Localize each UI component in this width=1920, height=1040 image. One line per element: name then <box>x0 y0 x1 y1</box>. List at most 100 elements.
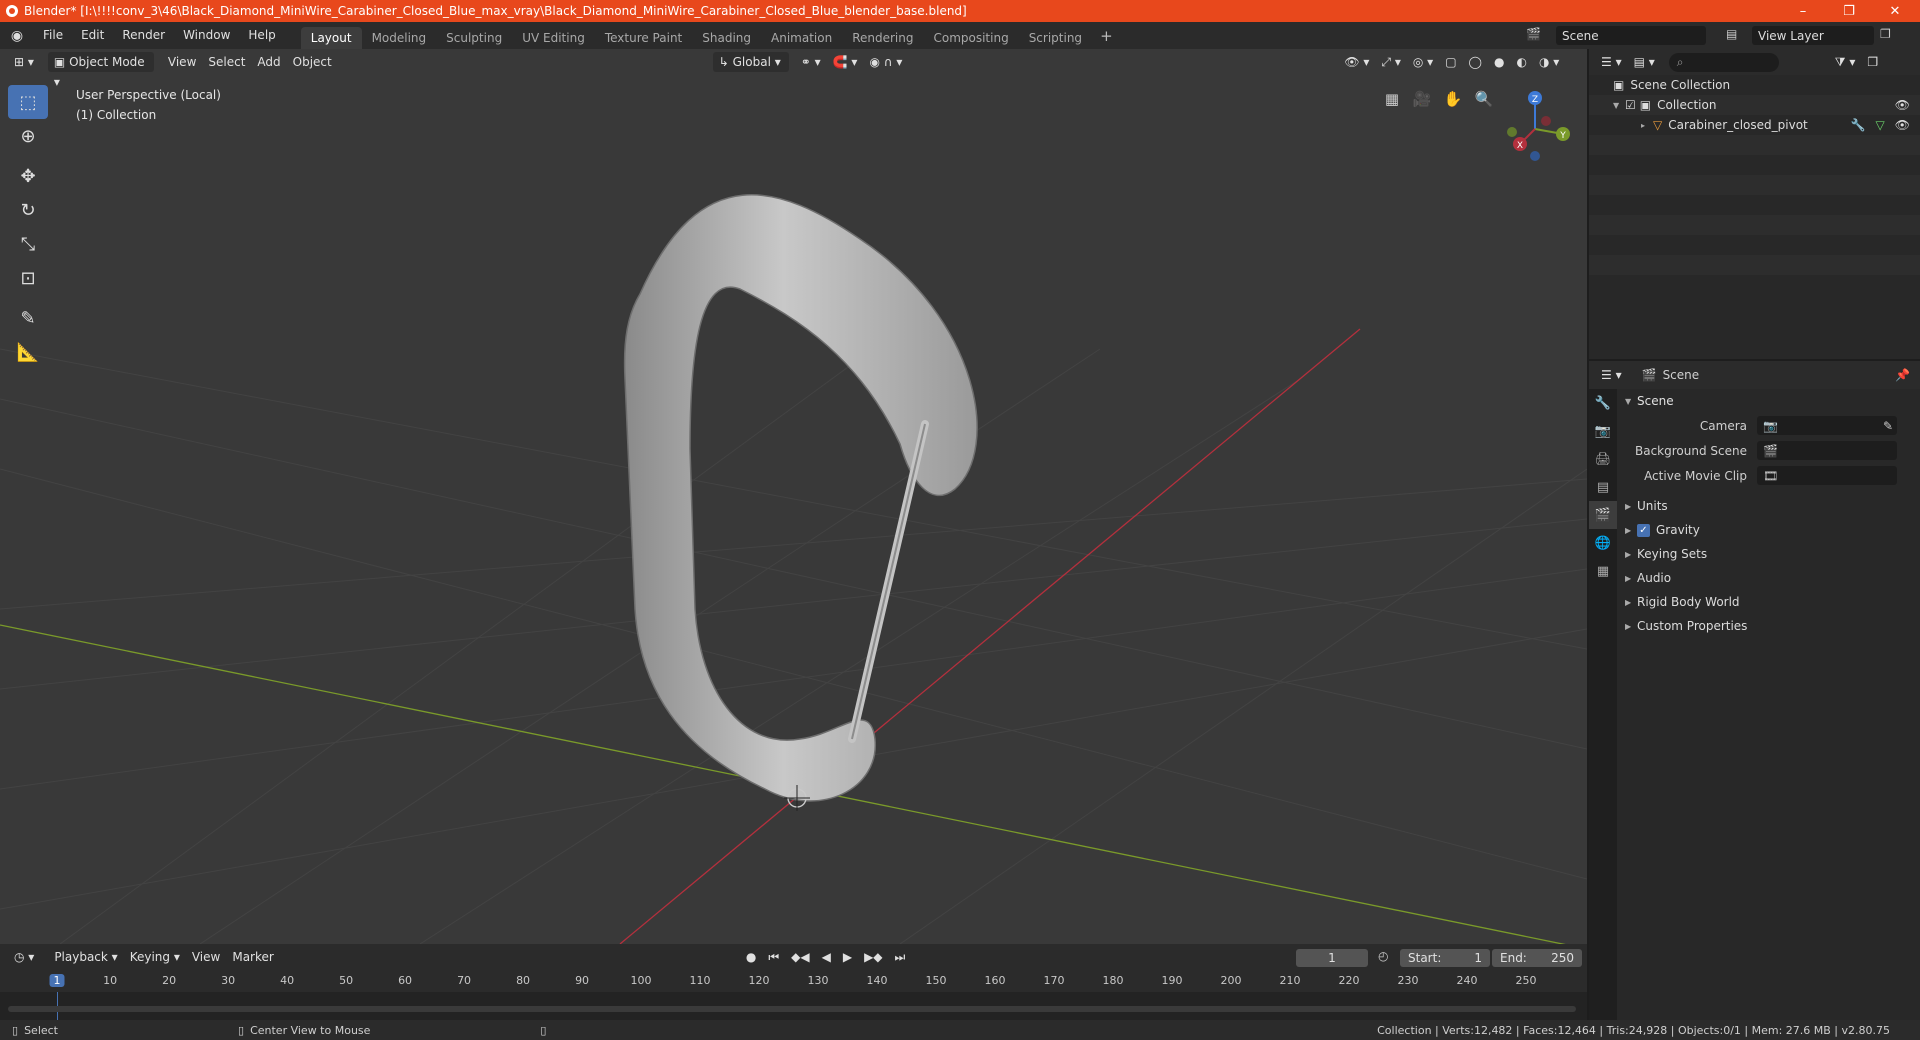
shading-rendered-icon[interactable]: ◑ ▾ <box>1533 52 1565 72</box>
cursor-tool-icon[interactable]: ⊕ <box>8 119 48 153</box>
camera-field[interactable]: 📷 ✎ <box>1757 416 1897 435</box>
toggle-camera-grid-icon[interactable]: ▦ <box>1378 85 1406 113</box>
jump-start-icon[interactable]: ⏮ <box>762 947 785 967</box>
viewport-menu-object[interactable]: Object <box>287 52 338 72</box>
tab-sculpting[interactable]: Sculpting <box>436 27 512 49</box>
tab-texture-paint[interactable]: Texture Paint <box>595 27 692 49</box>
transform-tool-icon[interactable]: ⊡ <box>8 261 48 295</box>
navigation-gizmo[interactable]: Z Y X <box>1490 84 1580 174</box>
scene-panel-header[interactable]: ▼ Scene <box>1617 389 1920 413</box>
display-mode-icon[interactable]: ▤ ▾ <box>1628 52 1661 72</box>
timeline-menu-keying[interactable]: Keying ▾ <box>124 947 186 967</box>
object-expand-icon[interactable]: ▸ <box>1641 121 1653 130</box>
properties-editor-type-icon[interactable]: ☰ ▾ <box>1595 365 1628 385</box>
xray-toggle-icon[interactable]: ▢ <box>1439 52 1462 72</box>
outliner-object-row[interactable]: ▸ ▽ Carabiner_closed_pivot 🔧 ▽ 👁 <box>1589 115 1920 135</box>
tab-animation[interactable]: Animation <box>761 27 842 49</box>
shading-material-icon[interactable]: ◐ <box>1510 52 1532 72</box>
world-tab-icon[interactable]: 🌐 <box>1589 529 1617 557</box>
pivot-icon[interactable]: ⚭ ▾ <box>795 52 827 72</box>
select-box-tool-icon[interactable]: ⬚ <box>8 85 48 119</box>
outliner-collection-row[interactable]: ▼ ☑ ▣ Collection 👁 <box>1589 95 1920 115</box>
mesh-data-icon[interactable]: ▽ <box>1876 118 1885 132</box>
end-frame-field[interactable]: End: 250 <box>1492 949 1582 967</box>
proportional-edit-icon[interactable]: ◉ ∩ ▾ <box>863 52 908 72</box>
visibility-icon[interactable]: 👁 ▾ <box>1338 52 1375 72</box>
overlay-toggle-icon[interactable]: ◎ ▾ <box>1407 52 1439 72</box>
menu-file[interactable]: File <box>34 22 72 49</box>
maximize-button[interactable]: ❐ <box>1826 0 1872 22</box>
editor-type-icon[interactable]: ⊞ ▾ <box>8 52 40 72</box>
3d-viewport[interactable]: ⊞ ▾ ▣ Object Mode ▾ View Select Add Obje… <box>0 49 1587 944</box>
mode-selector[interactable]: ▣ Object Mode ▾ <box>47 52 154 89</box>
view-layer-selector[interactable]: View Layer <box>1752 26 1874 45</box>
viewport-menu-select[interactable]: Select <box>202 52 251 72</box>
tab-compositing[interactable]: Compositing <box>923 27 1018 49</box>
filter-icon[interactable]: ⧩ ▾ <box>1829 52 1862 72</box>
outliner-search-input[interactable]: ⌕ <box>1668 52 1779 72</box>
camera-view-icon[interactable]: 🎥 <box>1408 85 1436 113</box>
tab-modeling[interactable]: Modeling <box>362 27 437 49</box>
outliner-editor-type-icon[interactable]: ☰ ▾ <box>1595 52 1628 72</box>
tab-scripting[interactable]: Scripting <box>1019 27 1092 49</box>
minimize-button[interactable]: – <box>1780 0 1826 22</box>
menu-help[interactable]: Help <box>239 22 284 49</box>
carabiner-model[interactable] <box>0 49 1587 944</box>
pin-icon[interactable]: 📌 <box>1895 368 1910 382</box>
tab-uv-editing[interactable]: UV Editing <box>512 27 595 49</box>
scene-selector[interactable]: Scene <box>1556 26 1706 45</box>
shading-wireframe-icon[interactable]: ◯ <box>1463 52 1488 72</box>
timeline-editor-type-icon[interactable]: ◷ ▾ <box>8 947 40 967</box>
menu-window[interactable]: Window <box>174 22 239 49</box>
texture-tab-icon[interactable]: ▦ <box>1589 557 1617 585</box>
render-tab-icon[interactable]: 📷 <box>1589 417 1617 445</box>
scene-tab-icon[interactable]: 🎬 <box>1589 501 1617 529</box>
tool-tab-icon[interactable]: 🔧 <box>1589 389 1617 417</box>
preview-range-icon[interactable]: ◴ <box>1378 949 1388 963</box>
menu-edit[interactable]: Edit <box>72 22 113 49</box>
scale-tool-icon[interactable]: ⤡ <box>8 227 48 261</box>
gravity-panel-header[interactable]: ▶ ✓ Gravity <box>1617 518 1920 542</box>
background-scene-field[interactable]: 🎬 <box>1757 441 1897 460</box>
menu-render[interactable]: Render <box>113 22 174 49</box>
snap-icon[interactable]: 🧲 ▾ <box>827 52 864 72</box>
new-view-layer-icon[interactable]: ❐ <box>1880 27 1891 41</box>
jump-key-forward-icon[interactable]: ▶◆ <box>858 947 888 967</box>
transform-orientation[interactable]: ↳ Global ▾ <box>712 52 789 72</box>
blender-menu-icon[interactable]: ◉ <box>0 22 34 49</box>
new-collection-icon[interactable]: ❐ <box>1861 52 1884 72</box>
rotate-tool-icon[interactable]: ↻ <box>8 193 48 227</box>
view-layer-tab-icon[interactable]: ▤ <box>1589 473 1617 501</box>
keying-sets-panel-header[interactable]: ▶ Keying Sets <box>1617 542 1920 566</box>
move-tool-icon[interactable]: ✥ <box>8 159 48 193</box>
pan-view-icon[interactable]: ✋ <box>1439 85 1467 113</box>
output-tab-icon[interactable]: 🖨 <box>1589 445 1617 473</box>
close-button[interactable]: ✕ <box>1872 0 1918 22</box>
expand-triangle-icon[interactable]: ▼ <box>1613 101 1625 110</box>
shading-solid-icon[interactable]: ● <box>1488 52 1510 72</box>
active-movie-clip-field[interactable]: 🎞 <box>1757 466 1897 485</box>
audio-panel-header[interactable]: ▶ Audio <box>1617 566 1920 590</box>
tab-rendering[interactable]: Rendering <box>842 27 923 49</box>
start-frame-field[interactable]: Start: 1 <box>1400 949 1490 967</box>
collection-visibility-icon[interactable]: 👁 <box>1895 98 1910 112</box>
current-frame-field[interactable]: 1 <box>1296 949 1368 967</box>
timeline-scrollbar[interactable] <box>8 1006 1576 1012</box>
outliner-scene-collection[interactable]: ▣ Scene Collection <box>1589 75 1920 95</box>
timeline-menu-view[interactable]: View <box>186 947 226 967</box>
timeline-menu-playback[interactable]: Playback ▾ <box>48 947 123 967</box>
custom-properties-panel-header[interactable]: ▶ Custom Properties <box>1617 614 1920 638</box>
play-reverse-icon[interactable]: ◀ <box>816 947 837 967</box>
collection-checkbox[interactable]: ☑ <box>1625 98 1636 112</box>
tab-layout[interactable]: Layout <box>300 27 362 49</box>
modifier-icon[interactable]: 🔧 <box>1851 118 1866 132</box>
jump-key-back-icon[interactable]: ◆◀ <box>785 947 815 967</box>
gravity-checkbox[interactable]: ✓ <box>1637 523 1650 537</box>
eyedropper-icon[interactable]: ✎ <box>1883 419 1893 433</box>
units-panel-header[interactable]: ▶ Units <box>1617 494 1920 518</box>
measure-tool-icon[interactable]: 📐 <box>8 335 48 369</box>
object-visibility-icon[interactable]: 👁 <box>1895 118 1910 132</box>
current-frame-marker[interactable]: 1 <box>49 974 65 987</box>
timeline-ruler[interactable]: 1 10 20 30 40 50 60 70 80 90 100 110 120 130 140 150 16… <box>0 970 1587 992</box>
view-layer-icon[interactable]: ▤ <box>1726 27 1737 41</box>
